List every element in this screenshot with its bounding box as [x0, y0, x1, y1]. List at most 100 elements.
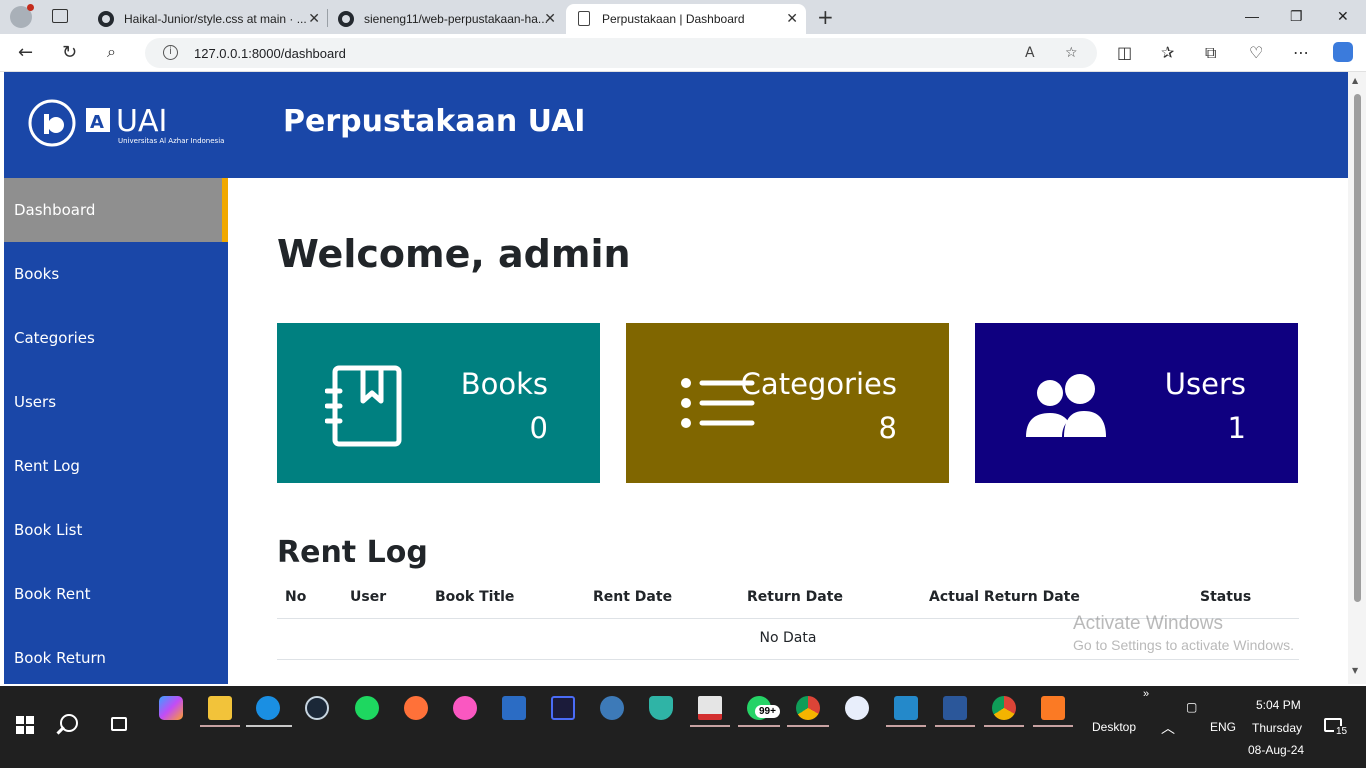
desktop-label[interactable]: Desktop — [1092, 720, 1136, 734]
steam-icon[interactable] — [305, 696, 329, 720]
users-stat-card: Users 1 — [975, 323, 1298, 483]
sidebar-item-rent-log[interactable]: Rent Log — [4, 434, 228, 498]
app-running-indicator — [1033, 725, 1073, 727]
clock-date[interactable]: 08-Aug-24 — [1248, 743, 1304, 757]
app-running-indicator — [787, 725, 829, 727]
card-value: 0 — [529, 411, 548, 445]
sidebar-item-book-list[interactable]: Book List — [4, 498, 228, 562]
favorites-icon[interactable]: ✰ — [1161, 43, 1174, 62]
language-indicator[interactable]: ENG — [1210, 720, 1236, 734]
xampp-icon[interactable] — [1041, 696, 1065, 720]
column-header-rent-date: Rent Date — [593, 589, 673, 605]
split-screen-icon[interactable]: ◫ — [1117, 43, 1132, 62]
sidebar-item-label: Book Rent — [14, 585, 91, 603]
read-aloud-icon[interactable]: A — [1025, 45, 1035, 61]
sidebar-item-book-return[interactable]: Book Return — [4, 626, 228, 684]
clock-day[interactable]: Thursday — [1252, 721, 1302, 735]
notification-count: 15 — [1334, 726, 1350, 737]
firefox-icon[interactable] — [404, 696, 428, 720]
close-tab-icon[interactable]: ✕ — [544, 10, 556, 27]
sublime-style-icon[interactable] — [551, 696, 575, 720]
column-header-actual-return-date: Actual Return Date — [929, 589, 1080, 605]
profile-icon[interactable] — [10, 4, 34, 28]
file-explorer-icon[interactable] — [208, 696, 232, 720]
tab-title: sieneng11/web-perpustakaan-ha... — [364, 12, 548, 26]
itunes-icon[interactable] — [453, 696, 477, 720]
word-icon[interactable] — [943, 696, 967, 720]
close-window-icon[interactable]: ✕ — [1337, 8, 1349, 25]
page-scrollbar[interactable]: ▲ ▼ — [1348, 72, 1366, 684]
url-field[interactable]: i 127.0.0.1:8000/dashboard A ☆ — [145, 38, 1097, 68]
tab-title: Haikal-Junior/style.css at main · ... — [124, 12, 307, 26]
overflow-chevron-icon[interactable]: » — [1143, 688, 1149, 700]
copilot-app-icon[interactable] — [159, 696, 183, 720]
pdf-reader-icon[interactable] — [698, 696, 722, 720]
tab-dashboard[interactable]: Perpustakaan | Dashboard ✕ — [566, 4, 806, 34]
url-text[interactable]: 127.0.0.1:8000/dashboard — [194, 46, 346, 61]
app-page: A UAI Universitas Al Azhar Indonesia Per… — [4, 72, 1348, 684]
app-store-icon[interactable] — [845, 696, 869, 720]
whatsapp-badge: 99+ — [755, 705, 780, 718]
svg-text:A: A — [90, 112, 104, 133]
tab-actions-icon[interactable] — [52, 9, 68, 23]
vpn-shield-icon[interactable] — [649, 696, 673, 720]
close-tab-icon[interactable]: ✕ — [786, 10, 798, 27]
minimize-icon[interactable]: — — [1245, 8, 1259, 24]
site-title: Perpustakaan UAI — [283, 104, 586, 139]
calculator-app-icon[interactable] — [600, 696, 624, 720]
edge-browser-icon[interactable] — [256, 696, 280, 720]
card-value: 8 — [878, 411, 897, 445]
copilot-icon[interactable] — [1333, 42, 1353, 62]
tab-github-style[interactable]: Haikal-Junior/style.css at main · ... ✕ — [88, 4, 328, 34]
sidebar: Dashboard Books Categories Users Rent Lo… — [4, 178, 228, 684]
store-app-icon[interactable] — [502, 696, 526, 720]
chrome-profile-icon[interactable] — [992, 696, 1016, 720]
site-info-icon[interactable]: i — [163, 45, 178, 60]
windows-taskbar: 99+ » Desktop ︿ ▢ ENG 5:04 PM Thursday 0… — [0, 686, 1366, 768]
scroll-thumb[interactable] — [1354, 94, 1361, 602]
address-bar-row: ← ↻ ⌕ i 127.0.0.1:8000/dashboard A ☆ ◫ ✰… — [0, 34, 1366, 72]
task-view-icon[interactable] — [111, 717, 127, 731]
clock-time[interactable]: 5:04 PM — [1256, 698, 1301, 712]
tab-github-repo[interactable]: sieneng11/web-perpustakaan-ha... ✕ — [328, 4, 564, 34]
card-value: 1 — [1227, 411, 1246, 445]
table-bottom-divider — [277, 659, 1299, 660]
sidebar-item-label: Rent Log — [14, 457, 80, 475]
taskbar-search-icon[interactable] — [60, 714, 78, 732]
uai-logo: A UAI Universitas Al Azhar Indonesia — [28, 99, 224, 147]
vscode-icon[interactable] — [894, 696, 918, 720]
scroll-up-icon[interactable]: ▲ — [1352, 76, 1358, 85]
github-icon — [98, 11, 114, 27]
restore-icon[interactable]: ❐ — [1290, 8, 1303, 25]
sidebar-item-label: Books — [14, 265, 60, 283]
show-hidden-icons-icon[interactable]: ︿ — [1161, 718, 1175, 738]
sidebar-item-users[interactable]: Users — [4, 370, 228, 434]
sidebar-item-books[interactable]: Books — [4, 242, 228, 306]
new-tab-icon[interactable]: + — [817, 5, 834, 29]
browser-tab-bar: Haikal-Junior/style.css at main · ... ✕ … — [0, 0, 1366, 34]
favorite-star-icon[interactable]: ☆ — [1065, 45, 1078, 61]
collections-icon[interactable]: ⧉ — [1205, 43, 1216, 63]
sidebar-item-book-rent[interactable]: Book Rent — [4, 562, 228, 626]
column-header-return-date: Return Date — [747, 589, 843, 605]
windows-start-icon[interactable] — [16, 716, 34, 734]
column-header-status: Status — [1200, 589, 1252, 605]
spotify-icon[interactable] — [355, 696, 379, 720]
more-menu-icon[interactable]: ⋯ — [1293, 43, 1309, 62]
meet-now-icon[interactable]: ▢ — [1186, 700, 1197, 714]
refresh-icon[interactable]: ↻ — [62, 42, 77, 63]
app-running-indicator — [935, 725, 975, 727]
chrome-icon[interactable] — [796, 696, 820, 720]
sidebar-item-label: Book Return — [14, 649, 106, 667]
sidebar-item-dashboard[interactable]: Dashboard — [4, 178, 228, 242]
sidebar-item-categories[interactable]: Categories — [4, 306, 228, 370]
extensions-icon[interactable]: ♡ — [1249, 43, 1263, 62]
back-icon[interactable]: ← — [18, 42, 33, 63]
scroll-down-icon[interactable]: ▼ — [1352, 666, 1358, 675]
rent-log-heading: Rent Log — [277, 535, 428, 570]
app-running-indicator — [886, 725, 926, 727]
close-tab-icon[interactable]: ✕ — [308, 10, 320, 27]
book-icon — [325, 365, 402, 447]
sidebar-item-label: Dashboard — [14, 201, 96, 219]
search-icon[interactable]: ⌕ — [107, 42, 116, 62]
